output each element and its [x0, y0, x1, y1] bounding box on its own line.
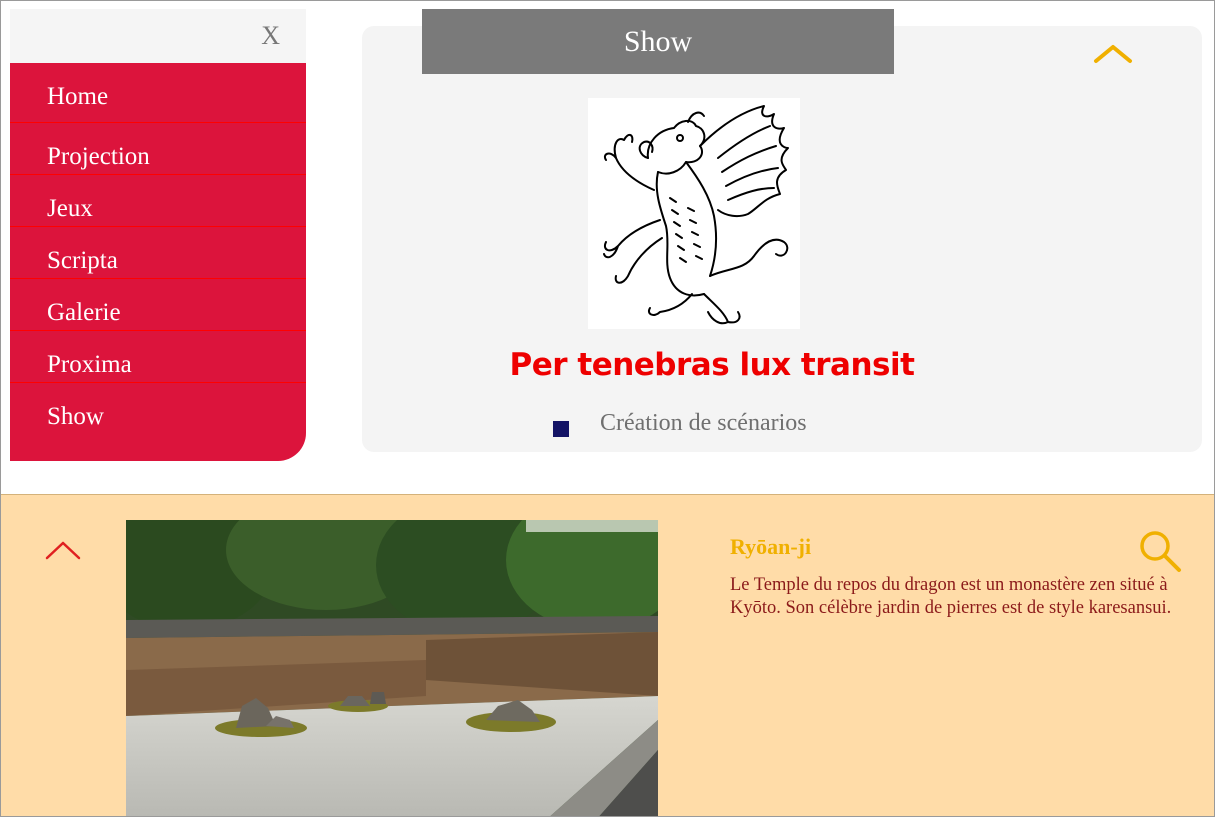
menu-item-galerie[interactable]: Galerie [10, 279, 306, 331]
article-description: Le Temple du repos du dragon est un mona… [730, 575, 1172, 618]
rock-garden-photo [126, 520, 658, 816]
menu-item-home[interactable]: Home [10, 63, 306, 123]
menu-item-show[interactable]: Show [10, 383, 306, 435]
show-tab[interactable]: Show [422, 9, 894, 74]
nav-menu: Home Projection Jeux Scripta Galerie Pro… [10, 63, 306, 461]
page-frame: X Home Projection Jeux Scripta Galerie P… [0, 0, 1215, 817]
close-menu-button[interactable]: X [261, 23, 280, 49]
menu-item-scripta[interactable]: Scripta [10, 227, 306, 279]
bullet-item-text[interactable]: Création de scénarios [600, 410, 807, 437]
sidebar: X Home Projection Jeux Scripta Galerie P… [10, 9, 306, 461]
menu-item-jeux[interactable]: Jeux [10, 175, 306, 227]
chevron-up-icon[interactable] [45, 539, 81, 561]
motto-heading: Per tenebras lux transit [509, 347, 915, 383]
sidebar-header: X [10, 9, 306, 63]
chevron-up-icon[interactable] [1093, 41, 1133, 65]
griffin-emblem [588, 98, 800, 329]
menu-item-projection[interactable]: Projection [10, 123, 306, 175]
menu-item-proxima[interactable]: Proxima [10, 331, 306, 383]
article-title[interactable]: Ryōan-ji [730, 534, 811, 560]
search-icon[interactable] [1137, 528, 1183, 574]
bullet-marker [553, 421, 569, 437]
